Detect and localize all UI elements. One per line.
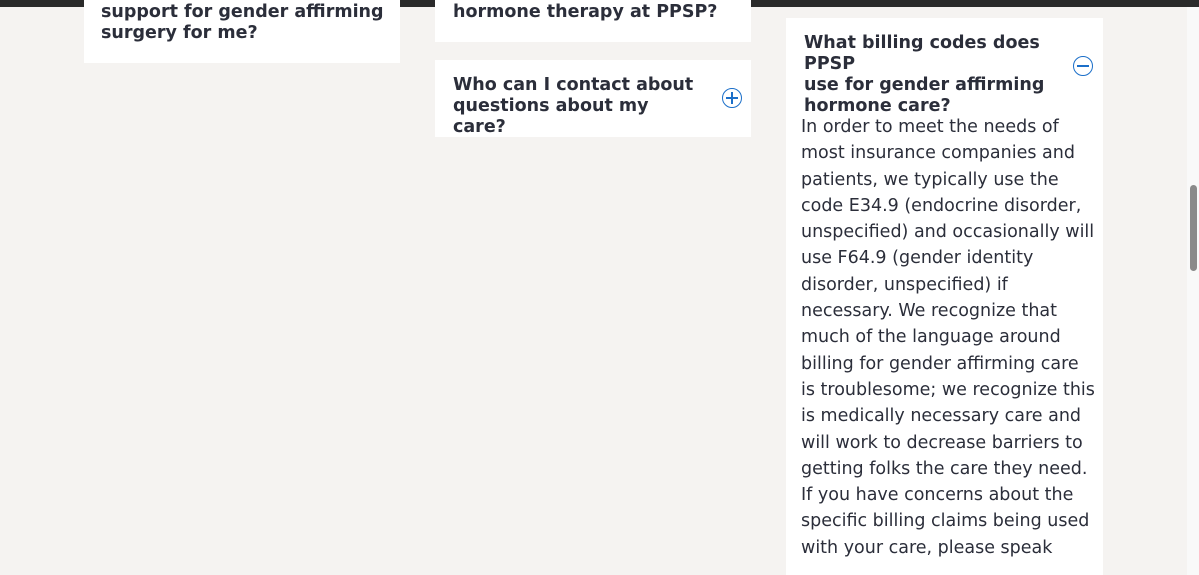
faq-question-billing-codes: What billing codes does PPSP use for gen…: [804, 33, 1064, 117]
faq-question-surgery: support for gender affirming surgery for…: [101, 2, 391, 44]
faq-question-contact-line2: questions about my care?: [453, 96, 649, 137]
scrollbar-thumb[interactable]: [1190, 185, 1197, 271]
faq-question-billing-line1: What billing codes does PPSP: [804, 33, 1040, 74]
faq-item-hormone-therapy[interactable]: hormone therapy at PPSP?: [435, 0, 751, 42]
faq-question-contact-line1: Who can I contact about: [453, 75, 694, 95]
faq-item-surgery[interactable]: support for gender affirming surgery for…: [84, 0, 400, 63]
collapse-minus-icon[interactable]: [1073, 56, 1093, 76]
faq-answer-billing-codes: In order to meet the needs of most insur…: [801, 117, 1095, 558]
page-scrollbar[interactable]: [1187, 7, 1199, 575]
faq-item-contact[interactable]: Who can I contact about questions about …: [435, 60, 751, 137]
expand-plus-icon[interactable]: [722, 88, 742, 108]
faq-question-surgery-line2: surgery for me?: [101, 23, 258, 43]
faq-question-surgery-line1: support for gender affirming: [101, 2, 384, 22]
faq-question-hormone-therapy: hormone therapy at PPSP?: [453, 2, 718, 22]
faq-question-billing-line2: use for gender affirming: [804, 75, 1045, 95]
faq-question-billing-line3: hormone care?: [804, 96, 951, 116]
faq-question-contact: Who can I contact about questions about …: [453, 75, 703, 138]
